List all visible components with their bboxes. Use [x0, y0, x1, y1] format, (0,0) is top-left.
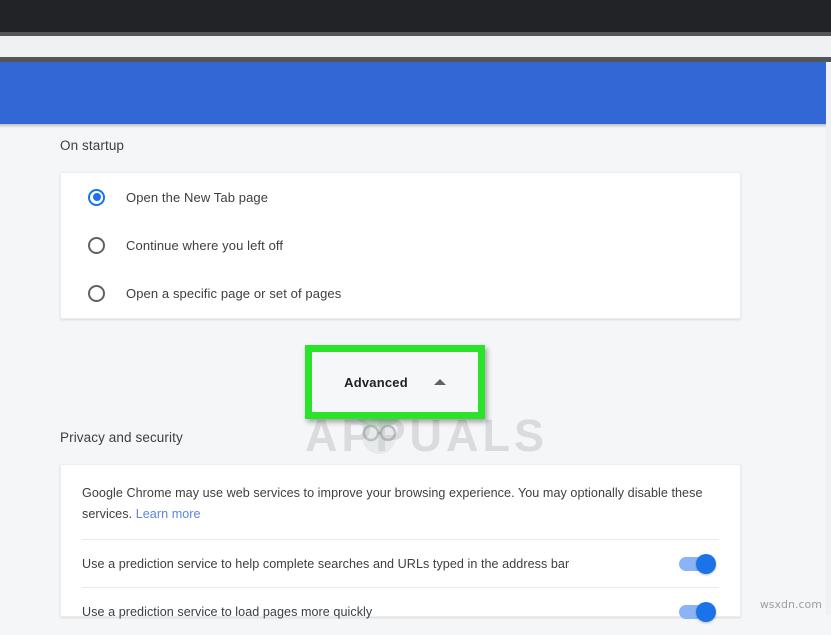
privacy-and-security-card: Google Chrome may use web services to im… [60, 464, 741, 622]
privacy-description: Google Chrome may use web services to im… [61, 465, 740, 541]
toggle-knob [696, 601, 716, 622]
startup-option-continue[interactable]: Continue where you left off [61, 221, 740, 269]
settings-header: Search settings [0, 62, 826, 180]
advanced-button-label: Advanced [344, 374, 408, 390]
learn-more-link[interactable]: Learn more [136, 507, 201, 521]
corner-watermark: wsxdn.com [759, 598, 822, 611]
browser-title-bar [0, 0, 831, 32]
setting-row-prediction-search[interactable]: Use a prediction service to help complet… [61, 540, 740, 587]
toggle-switch-prediction-preload[interactable] [679, 601, 716, 622]
radio-icon-selected[interactable] [88, 188, 105, 206]
chevron-up-icon [433, 379, 446, 385]
setting-label: Use a prediction service to help complet… [82, 556, 570, 571]
startup-option-label: Open the New Tab page [126, 189, 269, 205]
startup-option-new-tab[interactable]: Open the New Tab page [61, 173, 740, 221]
toggle-switch-prediction-search[interactable] [679, 553, 716, 574]
startup-option-specific-page[interactable]: Open a specific page or set of pages [61, 269, 740, 317]
section-title-privacy-and-security: Privacy and security [60, 430, 183, 445]
startup-options-card: Open the New Tab page Continue where you… [60, 172, 741, 319]
browser-toolbar[interactable] [0, 36, 831, 57]
advanced-highlight-annotation: Advanced [305, 345, 485, 419]
radio-icon[interactable] [88, 236, 105, 254]
setting-label: Use a prediction service to load pages m… [82, 604, 373, 619]
startup-option-label: Continue where you left off [126, 237, 284, 253]
radio-icon[interactable] [88, 284, 105, 302]
section-title-on-startup: On startup [60, 138, 125, 153]
toggle-knob [696, 553, 716, 574]
startup-option-label: Open a specific page or set of pages [126, 285, 342, 301]
advanced-button[interactable]: Advanced [312, 352, 478, 412]
page-right-gutter [826, 62, 831, 615]
setting-row-prediction-preload[interactable]: Use a prediction service to load pages m… [61, 588, 740, 635]
